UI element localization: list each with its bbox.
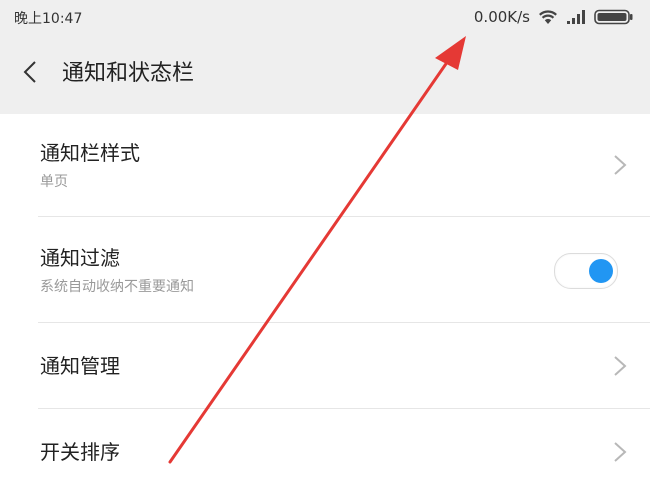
settings-list: 通知栏样式 单页 通知过滤 系统自动收纳不重要通知 通知管理 开关排序 (0, 114, 650, 489)
row-subtitle: 单页 (40, 174, 68, 190)
chevron-right-icon (614, 155, 627, 175)
wifi-icon (538, 9, 558, 25)
network-speed: 0.00K/s (473, 8, 530, 26)
status-icons: 0.00K/s (474, 6, 634, 28)
settings-row-notification-management[interactable]: 通知管理 (0, 323, 650, 409)
settings-row-notification-style[interactable]: 通知栏样式 单页 (0, 114, 650, 217)
row-title: 通知过滤 (40, 246, 120, 270)
signal-icon (566, 9, 586, 25)
settings-row-notification-filter[interactable]: 通知过滤 系统自动收纳不重要通知 (0, 217, 650, 323)
row-title: 通知管理 (40, 354, 120, 378)
row-title: 通知栏样式 (40, 141, 140, 165)
title-bar: 通知和状态栏 (0, 34, 650, 114)
status-bar: 晚上10:47 0.00K/s (0, 0, 650, 34)
row-title: 开关排序 (40, 440, 120, 464)
chevron-right-icon (614, 442, 627, 462)
back-button[interactable] (14, 56, 46, 92)
page-title: 通知和状态栏 (62, 61, 195, 86)
toggle-knob (589, 259, 613, 283)
chevron-left-icon (23, 60, 37, 88)
chevron-right-icon (614, 356, 627, 376)
notification-filter-toggle[interactable] (554, 253, 618, 289)
settings-row-switch-order[interactable]: 开关排序 (0, 409, 650, 489)
status-time: 晚上10:47 (14, 11, 83, 27)
battery-icon (594, 9, 634, 25)
row-subtitle: 系统自动收纳不重要通知 (40, 279, 194, 295)
